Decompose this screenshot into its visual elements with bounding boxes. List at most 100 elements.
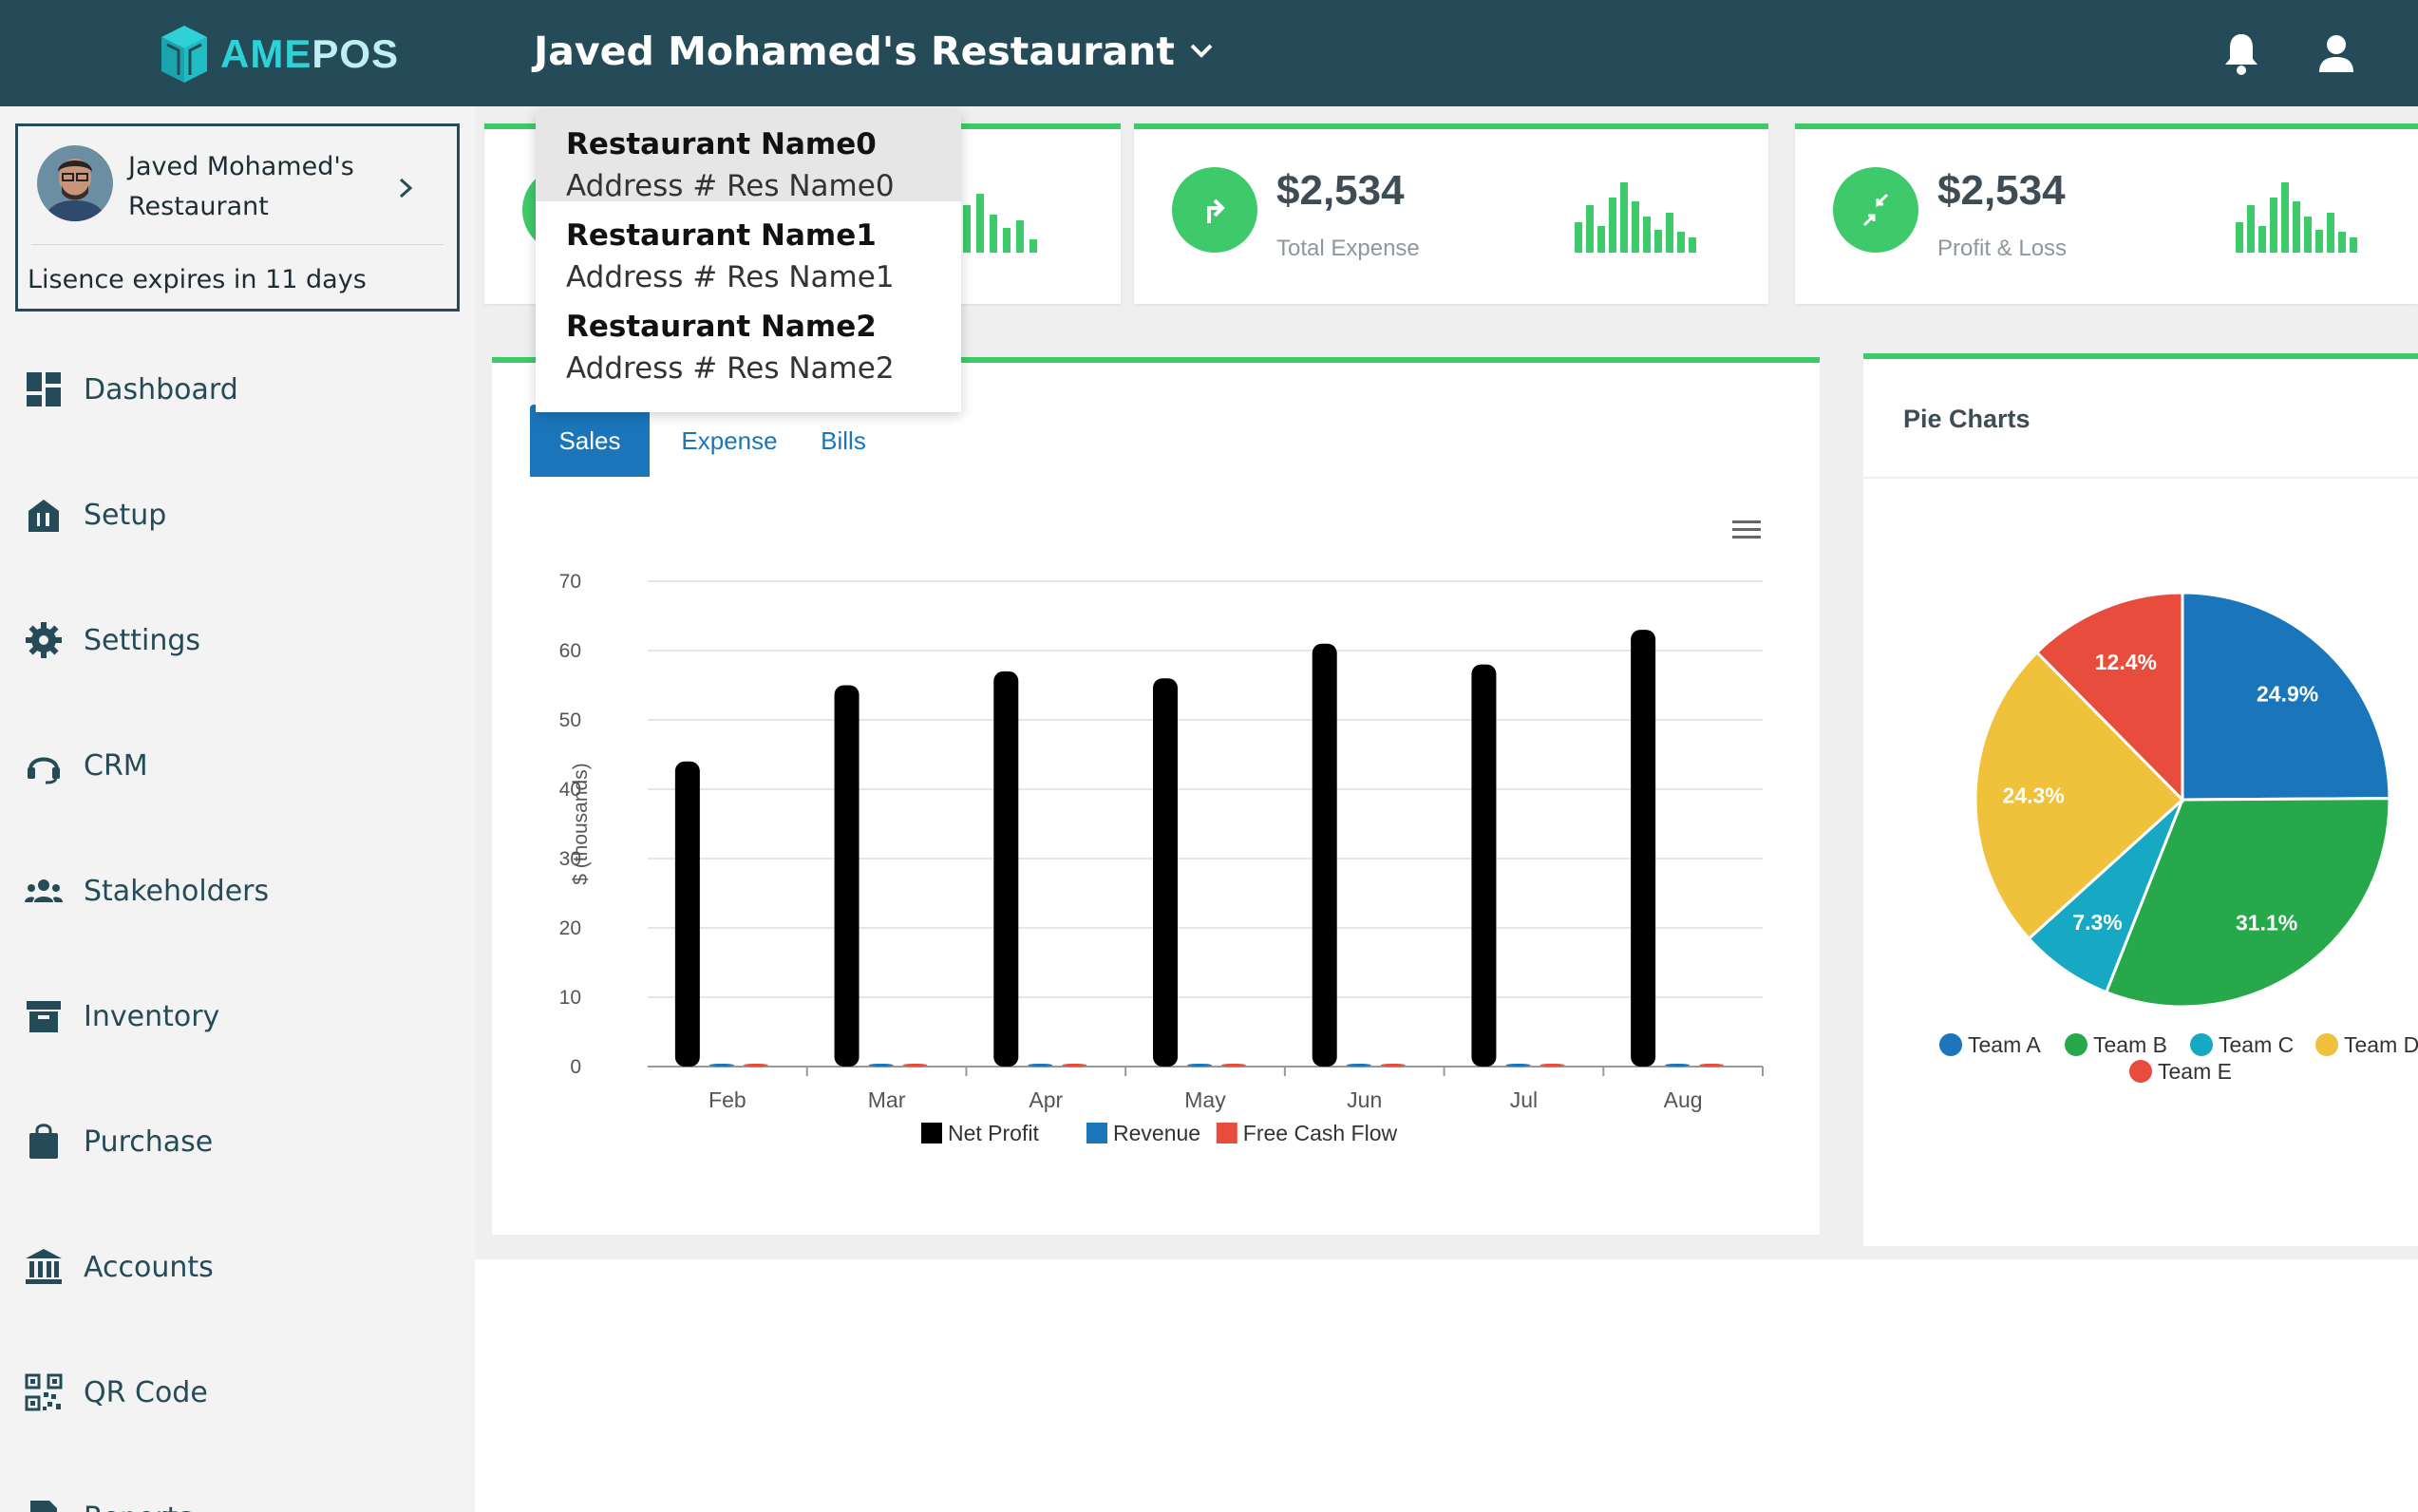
sidebar-item-stakeholders[interactable]: Stakeholders [23,862,269,919]
logo-text: AMEPOS [220,31,399,77]
sparkline-bars [1575,182,1696,253]
legend-label: Revenue [1113,1121,1200,1145]
stat-label: Total Expense [1276,236,1420,261]
qr-code-icon [25,1373,63,1411]
user-icon[interactable] [2312,28,2361,78]
archive-icon [27,1001,61,1032]
sparkline-bars [963,194,1037,253]
sidebar-item-label: Dashboard [84,372,238,406]
dropdown-item-restaurant-0[interactable]: Restaurant Name0 Address # Res Name0 [536,110,961,203]
profile-card[interactable]: Javed Mohamed's Restaurant Lisence expir… [15,123,460,312]
app-logo[interactable]: AMEPOS [158,23,399,85]
legend-swatch [2315,1033,2338,1056]
bar-free-cash-flow [1062,1064,1087,1067]
bar-revenue [1187,1064,1212,1067]
bar-free-cash-flow [743,1064,768,1067]
dropdown-item-restaurant-2[interactable]: Restaurant Name2 Address # Res Name2 [536,293,961,386]
sidebar-item-purchase[interactable]: Purchase [23,1113,213,1170]
pie-chart-card: Pie Charts 24.9% 31.1% 7.3% 24.3% 12.4% Team … [1863,353,2418,1246]
restaurant-dropdown: Restaurant Name0 Address # Res Name0 Res… [536,110,961,412]
legend-swatch [1939,1033,1962,1056]
y-tick-label: 10 [559,987,581,1009]
bar-net-profit [1471,664,1497,1067]
legend-label: Team E [2158,1059,2232,1084]
bar-free-cash-flow [1699,1064,1725,1067]
legend-swatch [2129,1060,2152,1083]
legend-label: Team C [2219,1032,2294,1057]
stat-label: Profit & Loss [1937,236,2068,261]
headset-icon [28,757,60,784]
chevron-right-icon[interactable] [394,174,417,202]
bar-net-profit [993,671,1019,1067]
dropdown-item-address: Address # Res Name2 [566,351,895,386]
legend-swatch [2065,1033,2087,1056]
bar-revenue [1505,1064,1531,1067]
bank-icon [26,1249,62,1284]
sidebar: Javed Mohamed's Restaurant Lisence expir… [0,106,475,1512]
legend-label: Team B [2093,1032,2167,1057]
people-icon [25,879,63,902]
dropdown-item-name: Restaurant Name2 [566,310,877,344]
dropdown-item-address: Address # Res Name1 [566,260,895,294]
dropdown-item-restaurant-1[interactable]: Restaurant Name1 Address # Res Name1 [536,201,961,294]
x-tick-label: Feb [708,1087,746,1112]
sidebar-item-settings[interactable]: Settings [23,612,200,669]
bar-revenue [1028,1064,1053,1067]
bar-free-cash-flow [902,1064,928,1067]
dropdown-item-address: Address # Res Name0 [566,169,895,203]
y-tick-label: 0 [570,1056,581,1078]
sidebar-item-crm[interactable]: CRM [23,737,148,794]
legend-swatch [1086,1123,1107,1143]
bar-net-profit [674,761,700,1067]
licence-expiry-text: Lisence expires in 11 days [28,265,367,294]
bar-revenue [1665,1064,1691,1067]
y-tick-label: 60 [559,640,581,662]
y-tick-label: 20 [559,917,581,939]
pie-data-label: 12.4% [2095,650,2157,674]
pie-chart: 24.9%31.1%7.3%24.3%12.4%Team A Team B Team… [1939,591,2418,1084]
expense-arrow-icon [1172,167,1257,253]
pie-data-label: 31.1% [2236,911,2297,936]
bar-chart: 010203040506070$ (thousands)Feb Mar Apr May… [559,571,1764,1145]
dropdown-item-name: Restaurant Name0 [566,127,877,161]
sidebar-item-accounts[interactable]: Accounts [23,1238,214,1295]
sidebar-item-label: Settings [84,623,201,657]
chevron-down-icon [1190,44,1213,58]
bar-revenue [708,1064,734,1067]
sidebar-item-setup[interactable]: Setup [23,486,166,543]
bar-net-profit [1153,678,1178,1067]
avatar [37,145,113,221]
stat-card-profit-loss: $2,534 Profit & Loss [1795,123,2418,304]
sidebar-item-label: Accounts [84,1250,214,1284]
sidebar-item-reports[interactable]: Reports [23,1489,193,1512]
x-tick-label: Aug [1664,1087,1703,1112]
shopping-bag-icon [29,1124,58,1159]
bar-free-cash-flow [1540,1064,1565,1067]
sidebar-item-qr-code[interactable]: QR Code [23,1364,208,1421]
sidebar-item-label: CRM [84,748,148,783]
bell-icon[interactable] [2217,28,2266,78]
bar-net-profit [834,685,860,1067]
x-tick-label: Apr [1029,1087,1063,1112]
profile-name: Javed Mohamed's Restaurant [128,152,354,221]
dropdown-item-name: Restaurant Name1 [566,218,877,253]
profile-divider [31,244,444,245]
bar-net-profit [1631,630,1656,1067]
sidebar-item-label: Reports [84,1502,193,1512]
sidebar-item-inventory[interactable]: Inventory [23,988,219,1045]
bar-free-cash-flow [1380,1064,1406,1067]
legend-label: Team D [2344,1032,2418,1057]
sidebar-item-dashboard[interactable]: Dashboard [23,361,238,418]
x-tick-label: May [1184,1087,1226,1112]
y-axis-label: $ (thousands) [570,763,592,884]
logo-text-part2: POS [312,31,400,76]
sidebar-item-label: Inventory [84,999,220,1033]
bar-revenue [1346,1064,1371,1067]
restaurant-selector[interactable]: Javed Mohamed's Restaurant [534,28,1215,74]
gear-icon [26,622,62,658]
sidebar-item-label: Setup [84,498,167,532]
cube-logo-icon [161,26,207,83]
setup-icon [28,500,59,532]
pie-data-label: 7.3% [2072,910,2122,935]
pie-data-label: 24.9% [2257,682,2318,707]
